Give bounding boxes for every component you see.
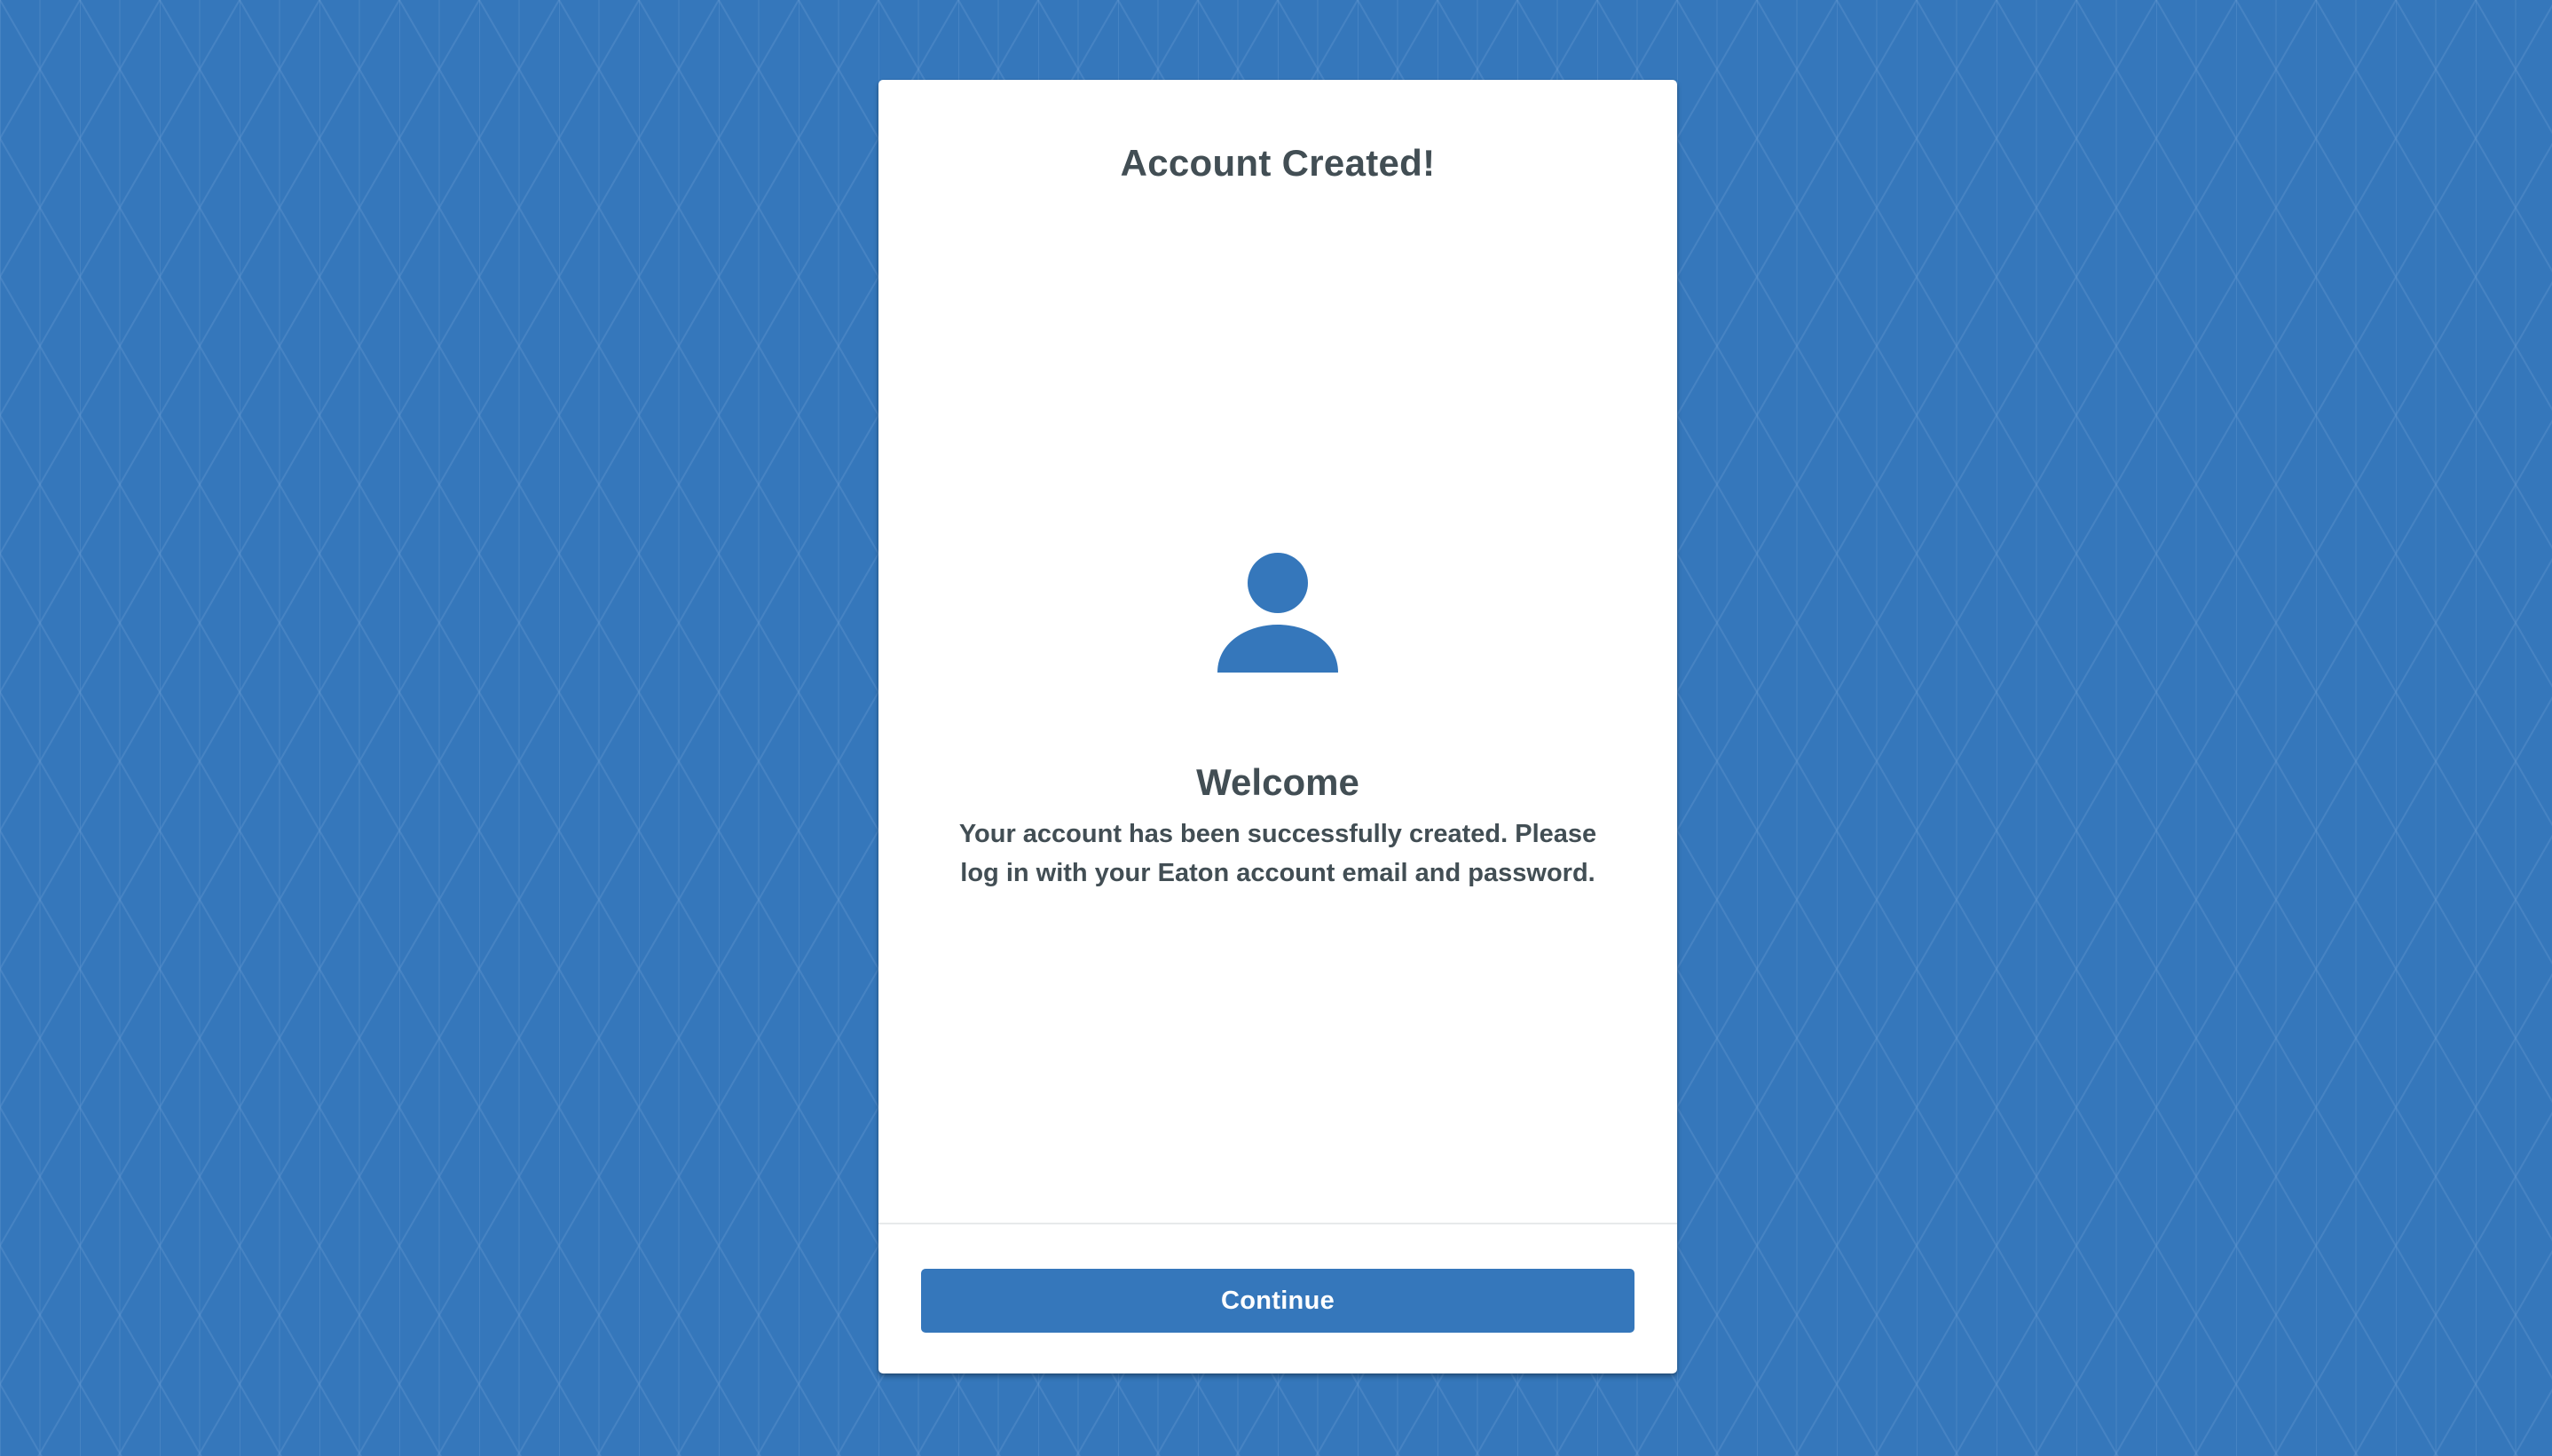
card-title: Account Created! — [1120, 142, 1436, 184]
continue-button[interactable]: Continue — [921, 1269, 1634, 1333]
person-icon — [1216, 552, 1340, 676]
account-created-card: Account Created! Welcome Your account ha… — [878, 80, 1677, 1373]
welcome-heading: Welcome — [1196, 761, 1359, 803]
welcome-message: Your account has been successfully creat… — [958, 820, 1597, 887]
footer-divider — [878, 1223, 1677, 1224]
